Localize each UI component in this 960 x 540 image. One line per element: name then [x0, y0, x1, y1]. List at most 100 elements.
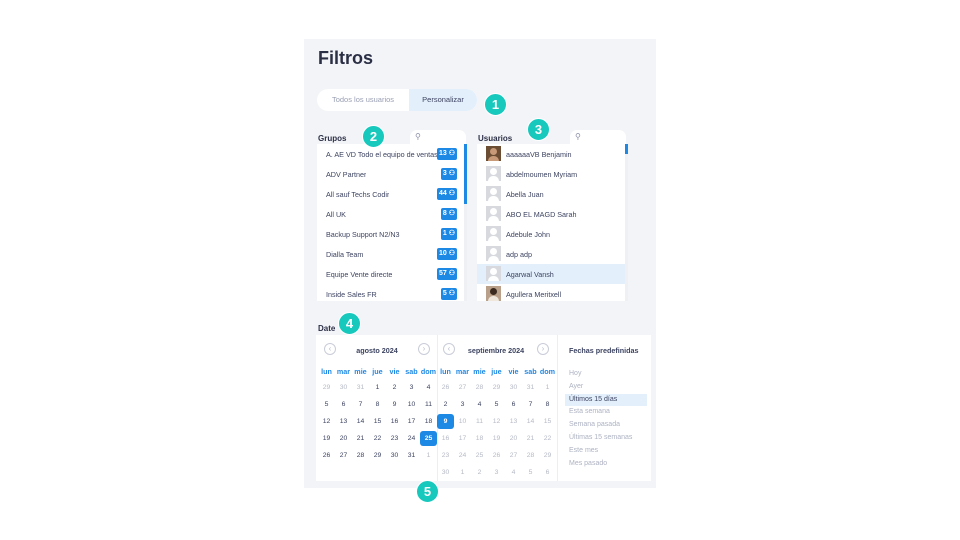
- calendar-day[interactable]: 11: [420, 397, 437, 412]
- calendar-day[interactable]: 7: [352, 397, 369, 412]
- user-row[interactable]: Agullera Meritxell: [477, 284, 625, 301]
- date-preset-option[interactable]: Ayer: [565, 381, 647, 393]
- calendar-day[interactable]: 3: [403, 380, 420, 395]
- group-row[interactable]: A. AE VD Todo el equipo de ventas 13 ⚇: [317, 144, 465, 164]
- calendar-day[interactable]: 7: [522, 397, 539, 412]
- date-preset-option[interactable]: Hoy: [565, 368, 647, 380]
- user-row[interactable]: Agarwal Vansh: [477, 264, 625, 284]
- calendar-day[interactable]: 27: [454, 380, 471, 395]
- date-preset-option[interactable]: Semana pasada: [565, 419, 647, 431]
- calendar-day[interactable]: 29: [318, 380, 335, 395]
- calendar-day[interactable]: 14: [352, 414, 369, 429]
- calendar-day[interactable]: 27: [335, 448, 352, 463]
- user-row[interactable]: Adebule John: [477, 224, 625, 244]
- calendar-day[interactable]: 5: [318, 397, 335, 412]
- users-scrollbar[interactable]: [625, 144, 628, 301]
- group-row[interactable]: All sauf Techs Codir 44 ⚇: [317, 184, 465, 204]
- calendar-day[interactable]: 26: [437, 380, 454, 395]
- calendar-day[interactable]: 29: [539, 448, 556, 463]
- calendar-day[interactable]: 9: [386, 397, 403, 412]
- calendar-day[interactable]: 31: [522, 380, 539, 395]
- calendar-day[interactable]: 18: [471, 431, 488, 446]
- group-row[interactable]: Dialla Team 10 ⚇: [317, 244, 465, 264]
- calendar-day[interactable]: 22: [539, 431, 556, 446]
- calendar-day[interactable]: 29: [369, 448, 386, 463]
- calendar-day[interactable]: 21: [522, 431, 539, 446]
- calendar-day[interactable]: 18: [420, 414, 437, 429]
- date-preset-option[interactable]: Esta semana: [565, 406, 647, 418]
- calendar-day[interactable]: 13: [505, 414, 522, 429]
- calendar-day[interactable]: 17: [454, 431, 471, 446]
- calendar-day[interactable]: 21: [352, 431, 369, 446]
- calendar-day[interactable]: 2: [437, 397, 454, 412]
- calendar-day[interactable]: 30: [335, 380, 352, 395]
- calendar-day[interactable]: 29: [488, 380, 505, 395]
- calendar-day[interactable]: 25: [420, 431, 437, 446]
- user-row[interactable]: ABO EL MAGD Sarah: [477, 204, 625, 224]
- calendar-day[interactable]: 19: [318, 431, 335, 446]
- calendar-day[interactable]: 5: [522, 465, 539, 480]
- calendar-day[interactable]: 17: [403, 414, 420, 429]
- next-month-icon[interactable]: ›: [418, 343, 430, 355]
- group-row[interactable]: All UK 8 ⚇: [317, 204, 465, 224]
- calendar-day[interactable]: 4: [420, 380, 437, 395]
- calendar-day[interactable]: 14: [522, 414, 539, 429]
- calendar-day[interactable]: 10: [454, 414, 471, 429]
- calendar-day[interactable]: 3: [488, 465, 505, 480]
- date-preset-option[interactable]: Últimos 15 días: [565, 393, 647, 406]
- calendar-day[interactable]: 16: [386, 414, 403, 429]
- date-preset-option[interactable]: Mes pasado: [565, 458, 647, 470]
- calendar-day[interactable]: 1: [420, 448, 437, 463]
- calendar-day[interactable]: 22: [369, 431, 386, 446]
- calendar-day[interactable]: 27: [505, 448, 522, 463]
- groups-search[interactable]: ⚲: [410, 130, 466, 144]
- group-row[interactable]: Inside Sales FR 5 ⚇: [317, 284, 465, 301]
- calendar-day[interactable]: 15: [369, 414, 386, 429]
- calendar-day[interactable]: 30: [505, 380, 522, 395]
- calendar-day[interactable]: 1: [454, 465, 471, 480]
- calendar-day[interactable]: 20: [335, 431, 352, 446]
- calendar-day[interactable]: 8: [539, 397, 556, 412]
- calendar-day[interactable]: 26: [488, 448, 505, 463]
- calendar-day[interactable]: 4: [471, 397, 488, 412]
- calendar-day[interactable]: 26: [318, 448, 335, 463]
- calendar-day[interactable]: 20: [505, 431, 522, 446]
- calendar-day[interactable]: 6: [335, 397, 352, 412]
- calendar-day[interactable]: 19: [488, 431, 505, 446]
- date-preset-option[interactable]: Este mes: [565, 445, 647, 457]
- user-row[interactable]: aaaaaaVB Benjamin: [477, 144, 625, 164]
- calendar-day[interactable]: 30: [437, 465, 454, 480]
- calendar-day[interactable]: 1: [539, 380, 556, 395]
- calendar-day[interactable]: 23: [386, 431, 403, 446]
- group-row[interactable]: ADV Partner 3 ⚇: [317, 164, 465, 184]
- calendar-day[interactable]: 13: [335, 414, 352, 429]
- calendar-day[interactable]: 11: [471, 414, 488, 429]
- calendar-day[interactable]: 4: [505, 465, 522, 480]
- calendar-day[interactable]: 24: [454, 448, 471, 463]
- user-row[interactable]: adp adp: [477, 244, 625, 264]
- calendar-day[interactable]: 6: [539, 465, 556, 480]
- calendar-day[interactable]: 1: [369, 380, 386, 395]
- calendar-day[interactable]: 9: [437, 414, 454, 429]
- calendar-day[interactable]: 16: [437, 431, 454, 446]
- calendar-day[interactable]: 24: [403, 431, 420, 446]
- calendar-day[interactable]: 12: [488, 414, 505, 429]
- group-row[interactable]: Equipe Vente directe 57 ⚇: [317, 264, 465, 284]
- calendar-day[interactable]: 3: [454, 397, 471, 412]
- calendar-day[interactable]: 31: [352, 380, 369, 395]
- calendar-day[interactable]: 23: [437, 448, 454, 463]
- toggle-all-users[interactable]: Todos los usuarios: [317, 89, 409, 111]
- calendar-day[interactable]: 30: [386, 448, 403, 463]
- calendar-day[interactable]: 5: [488, 397, 505, 412]
- users-search[interactable]: ⚲: [570, 130, 626, 144]
- calendar-day[interactable]: 10: [403, 397, 420, 412]
- user-row[interactable]: abdelmoumen Myriam: [477, 164, 625, 184]
- calendar-day[interactable]: 6: [505, 397, 522, 412]
- date-preset-option[interactable]: Últimas 15 semanas: [565, 432, 647, 444]
- next-month-icon[interactable]: ›: [537, 343, 549, 355]
- toggle-customize[interactable]: Personalizar: [409, 89, 477, 111]
- calendar-day[interactable]: 12: [318, 414, 335, 429]
- calendar-day[interactable]: 2: [471, 465, 488, 480]
- calendar-day[interactable]: 15: [539, 414, 556, 429]
- calendar-day[interactable]: 28: [522, 448, 539, 463]
